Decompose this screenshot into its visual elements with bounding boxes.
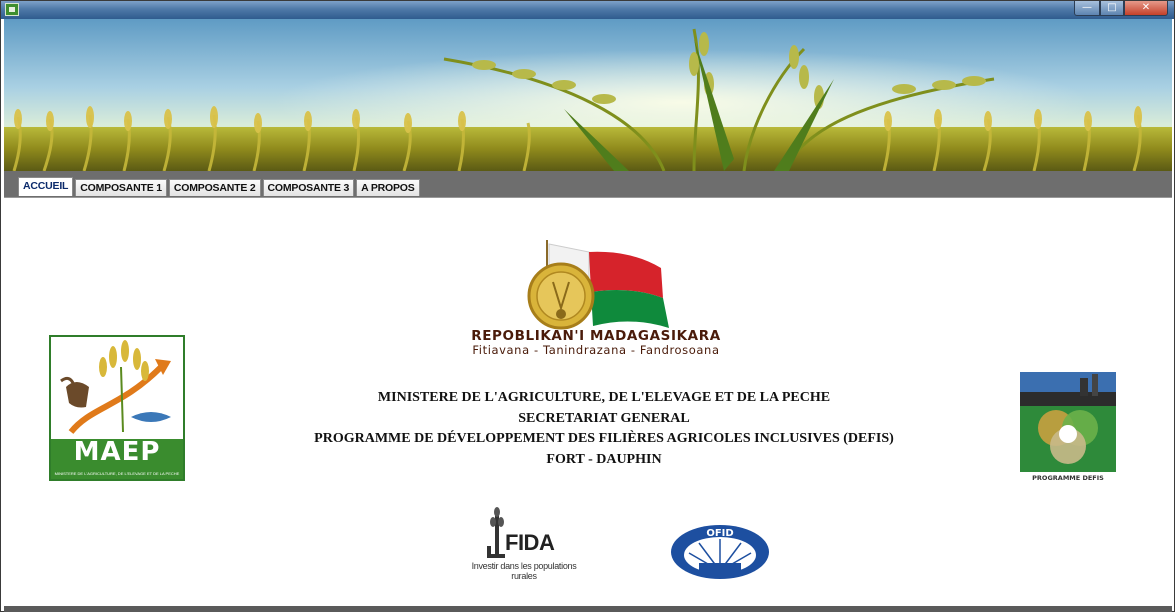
maximize-button[interactable]: □ <box>1100 1 1124 16</box>
madagascar-seal-and-flag-icon <box>527 240 669 330</box>
location-line: FORT - DAUPHIN <box>546 451 662 467</box>
defis-emblem-icon <box>1020 372 1116 472</box>
program-name: PROGRAMME DE DÉVELOPPEMENT DES FILIÈRES … <box>314 431 894 446</box>
republic-motto: Fitiavana - Tanindrazana - Fandrosoana <box>472 343 720 357</box>
maep-logo-subtitle: MINISTERE DE L'AGRICULTURE, DE L'ELEVAGE… <box>54 471 180 476</box>
ofid-logo: OFID <box>669 523 771 581</box>
app-window: — □ ✕ ACCUEIL COMPOSANTE 1 COMPOSANTE 2 … <box>0 0 1175 612</box>
maep-emblem-icon <box>60 340 171 434</box>
close-button[interactable]: ✕ <box>1124 1 1168 16</box>
ofid-logo-text: OFID <box>706 528 734 539</box>
header-banner-image <box>4 19 1172 171</box>
home-panel: MAEP MINISTERE DE L'AGRICULTURE, DE L'EL… <box>4 197 1172 607</box>
fida-logo: FIDA Investir dans les populations rural… <box>459 506 589 581</box>
republic-emblem: REPOBLIKAN'I MADAGASIKARA Fitiavana - Ta… <box>441 238 751 368</box>
maep-logo: MAEP MINISTERE DE L'AGRICULTURE, DE L'EL… <box>49 335 185 481</box>
defis-logo: PROGRAMME DEFIS <box>1020 372 1116 484</box>
tab-bar: ACCUEIL COMPOSANTE 1 COMPOSANTE 2 COMPOS… <box>4 171 1172 197</box>
ministry-name: MINISTERE DE L'AGRICULTURE, DE L'ELEVAGE… <box>377 390 831 405</box>
window-controls: — □ ✕ <box>1074 1 1168 17</box>
defis-logo-label: PROGRAMME DEFIS <box>1032 474 1104 482</box>
tab-a-propos[interactable]: A PROPOS <box>356 179 420 196</box>
wheat-field-illustration <box>4 19 1172 171</box>
minimize-button[interactable]: — <box>1074 1 1100 16</box>
ministry-heading: MINISTERE DE L'AGRICULTURE, DE L'ELEVAGE… <box>224 388 984 470</box>
tab-composante-3[interactable]: COMPOSANTE 3 <box>262 179 355 196</box>
republic-title: REPOBLIKAN'I MADAGASIKARA <box>471 328 721 344</box>
secretariat-line: SECRETARIAT GENERAL <box>518 410 690 426</box>
title-bar[interactable]: — □ ✕ <box>1 1 1174 19</box>
app-icon <box>5 3 19 16</box>
tab-accueil[interactable]: ACCUEIL <box>18 177 74 196</box>
tab-composante-1[interactable]: COMPOSANTE 1 <box>75 179 167 196</box>
maep-logo-text: MAEP <box>73 437 161 467</box>
fida-tagline: Investir dans les populations rurales <box>471 561 577 581</box>
tab-composante-2[interactable]: COMPOSANTE 2 <box>168 179 261 196</box>
fida-logo-text: FIDA <box>505 530 555 555</box>
window-bottom-border <box>4 606 1172 612</box>
